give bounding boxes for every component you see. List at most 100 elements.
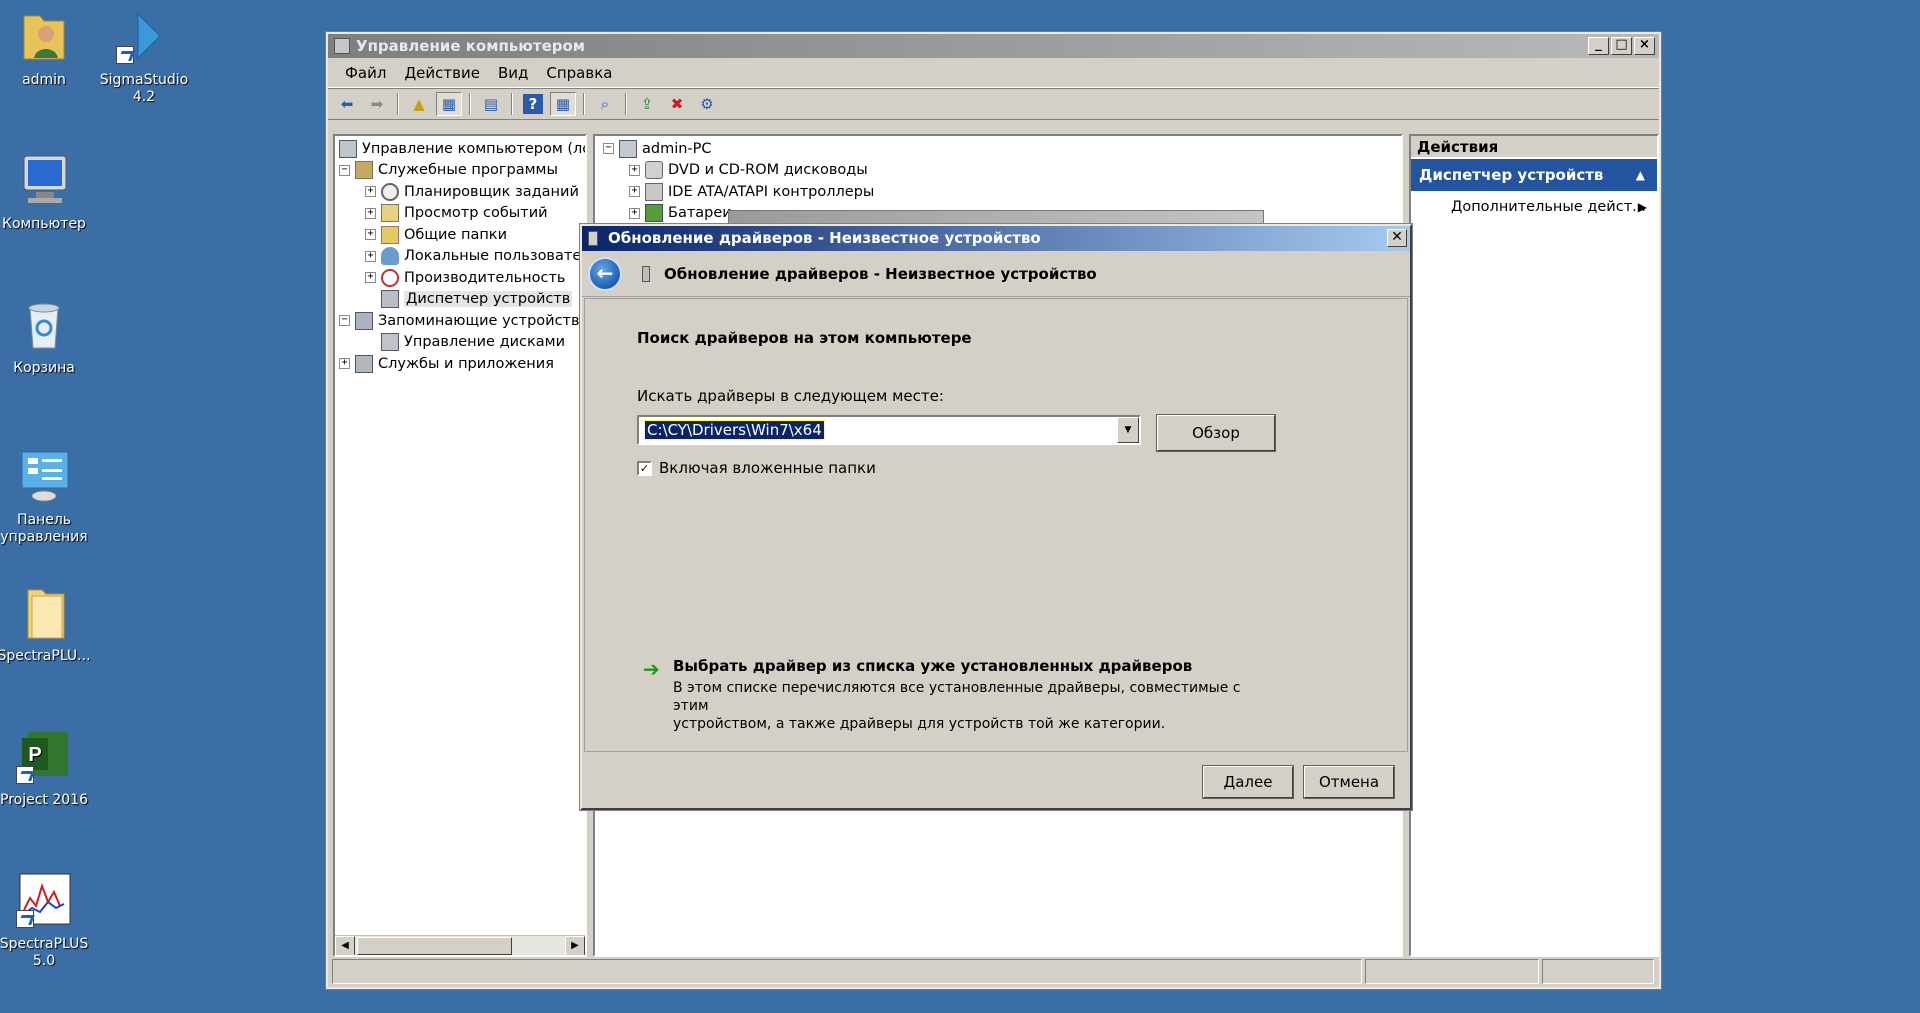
shortcut-arrow-icon: [116, 46, 134, 64]
tree-item-local-users[interactable]: + Локальные пользовате: [339, 246, 585, 268]
tree-item-label: Диспетчер устройств: [404, 291, 573, 308]
desktop-icon-sigmastudio[interactable]: SigmaStudio 4.2: [94, 6, 194, 106]
toolbar-separator: [469, 93, 471, 115]
desktop-icon-label: admin: [22, 72, 66, 88]
desktop-icon-computer[interactable]: Компьютер: [0, 150, 94, 233]
tree-item-task-scheduler[interactable]: + Планировщик заданий: [339, 181, 585, 203]
desktop-icon-admin[interactable]: admin: [0, 6, 94, 89]
device-manager-icon: [381, 290, 399, 309]
user-folder-icon: [14, 6, 74, 66]
next-button[interactable]: Далее: [1202, 765, 1294, 799]
expand-icon[interactable]: +: [365, 272, 376, 284]
console-tree[interactable]: Управление компьютером (лока − Служебные…: [333, 134, 587, 957]
expand-icon[interactable]: +: [365, 229, 376, 241]
desktop-icon-control-panel[interactable]: Панель управления: [0, 446, 94, 546]
event-viewer-icon: [381, 204, 399, 223]
more-actions-item[interactable]: Дополнительные дейст... ▶: [1411, 192, 1657, 222]
scroll-left-icon[interactable]: ◀: [335, 935, 355, 955]
tree-item-label: Службы и приложения: [378, 355, 554, 372]
device-label: Батареи: [668, 205, 732, 222]
expand-icon[interactable]: +: [629, 164, 640, 176]
cancel-button[interactable]: Отмена: [1303, 765, 1395, 799]
pick-from-list-description: В этом списке перечисляются все установл…: [673, 679, 1273, 733]
device-label: DVD и CD-ROM дисководы: [668, 162, 868, 179]
toolbar-separator: [397, 93, 399, 115]
device-category-dvd[interactable]: + DVD и CD-ROM дисководы: [603, 160, 1401, 182]
pick-from-list-link[interactable]: Выбрать драйвер из списка уже установлен…: [673, 657, 1192, 675]
tree-item-services-apps[interactable]: + Службы и приложения: [339, 353, 585, 375]
close-button[interactable]: ×: [1634, 37, 1655, 55]
device-tree-root[interactable]: − admin-PC: [603, 138, 1401, 160]
tree-item-shared-folders[interactable]: + Общие папки: [339, 224, 585, 246]
desktop-icon-label: SpectraPLUS 5.0: [0, 936, 89, 969]
expand-icon[interactable]: +: [339, 358, 350, 370]
back-arrow-icon[interactable]: ⬅: [334, 92, 360, 116]
status-panel: [1542, 959, 1654, 984]
status-panel: [1365, 959, 1539, 984]
desktop-icon-label: Project 2016: [0, 792, 88, 808]
clock-icon: [381, 182, 399, 201]
back-arrow-icon[interactable]: ←: [588, 256, 622, 291]
driver-path-value[interactable]: C:\CY\Drivers\Win7\x64: [644, 420, 825, 440]
expand-icon[interactable]: +: [365, 250, 376, 262]
show-hide-tree-icon[interactable]: ▦: [436, 92, 462, 116]
chevron-down-icon[interactable]: ▼: [1117, 417, 1139, 443]
actions-section-device-manager[interactable]: Диспетчер устройств ▲: [1411, 159, 1657, 191]
scroll-thumb[interactable]: [357, 936, 512, 955]
update-driver-icon[interactable]: ⇪: [634, 92, 660, 116]
collapse-caret-icon[interactable]: ▲: [1636, 159, 1645, 191]
horizontal-scrollbar[interactable]: ◀ ▶: [335, 935, 585, 955]
tree-item-computer-management[interactable]: Управление компьютером (лока: [339, 138, 585, 160]
include-subfolders-label[interactable]: Включая вложенные папки: [659, 459, 876, 477]
minimize-button[interactable]: _: [1588, 37, 1609, 55]
expand-icon[interactable]: +: [365, 186, 376, 198]
menu-view[interactable]: Вид: [489, 64, 537, 82]
tree-item-label: Служебные программы: [378, 162, 558, 179]
toolbar-separator: [511, 93, 513, 115]
menu-file[interactable]: Файл: [336, 64, 395, 82]
desktop-icon-recycle-bin[interactable]: Корзина: [0, 294, 94, 377]
include-subfolders-checkbox[interactable]: ✓: [637, 461, 652, 476]
desktop-icon-spectraplus[interactable]: SpectraPLUS 5.0: [0, 870, 94, 970]
dialog-titlebar[interactable]: Обновление драйверов - Неизвестное устро…: [582, 226, 1410, 251]
expand-icon[interactable]: +: [629, 207, 640, 219]
up-folder-icon[interactable]: ▲: [406, 92, 432, 116]
window-titlebar[interactable]: Управление компьютером _ □ ×: [328, 34, 1659, 58]
menu-help[interactable]: Справка: [537, 64, 621, 82]
actions-header: Действия: [1411, 136, 1657, 158]
actions-pane: Действия Диспетчер устройств ▲ Дополните…: [1409, 134, 1659, 957]
tree-item-event-viewer[interactable]: + Просмотр событий: [339, 203, 585, 225]
description-line: устройством, а также драйверы для устрой…: [673, 716, 1166, 732]
desktop-icon-label: Панель управления: [0, 512, 88, 545]
device-category-ide[interactable]: + IDE ATA/ATAPI контроллеры: [603, 181, 1401, 203]
help-icon[interactable]: ?: [523, 94, 543, 114]
expand-icon[interactable]: +: [365, 207, 376, 219]
tree-item-performance[interactable]: + Производительность: [339, 267, 585, 289]
driver-path-combobox[interactable]: C:\CY\Drivers\Win7\x64 ▼: [637, 415, 1141, 445]
tree-item-system-tools[interactable]: − Служебные программы: [339, 160, 585, 182]
show-hide-action-pane-icon[interactable]: ▦: [550, 92, 576, 116]
desktop-icon-project[interactable]: P Project 2016: [0, 726, 94, 809]
scan-hardware-icon[interactable]: ⌕: [592, 92, 618, 116]
uninstall-device-icon[interactable]: ⚙: [694, 92, 720, 116]
tree-item-disk-management[interactable]: Управление дисками: [339, 332, 585, 354]
expand-icon[interactable]: +: [629, 186, 640, 198]
collapse-icon[interactable]: −: [339, 315, 350, 327]
close-icon[interactable]: ✕: [1387, 229, 1407, 247]
properties-icon[interactable]: ▤: [478, 92, 504, 116]
tree-item-device-manager[interactable]: Диспетчер устройств: [339, 289, 585, 311]
menu-action[interactable]: Действие: [395, 64, 489, 82]
maximize-button[interactable]: □: [1611, 37, 1632, 55]
desktop-icon-spectraplus-folder[interactable]: SpectraPLU...: [0, 582, 94, 665]
forward-arrow-icon[interactable]: ➡: [364, 92, 390, 116]
computer-icon: [14, 150, 74, 210]
computer-management-icon: [339, 139, 357, 158]
collapse-icon[interactable]: −: [603, 143, 614, 155]
green-arrow-icon[interactable]: ➔: [643, 657, 660, 681]
disable-device-icon[interactable]: ✖: [664, 92, 690, 116]
browse-button[interactable]: Обзор: [1156, 414, 1276, 452]
tree-item-storage[interactable]: − Запоминающие устройства: [339, 310, 585, 332]
collapse-icon[interactable]: −: [339, 164, 350, 176]
scroll-right-icon[interactable]: ▶: [565, 935, 585, 955]
